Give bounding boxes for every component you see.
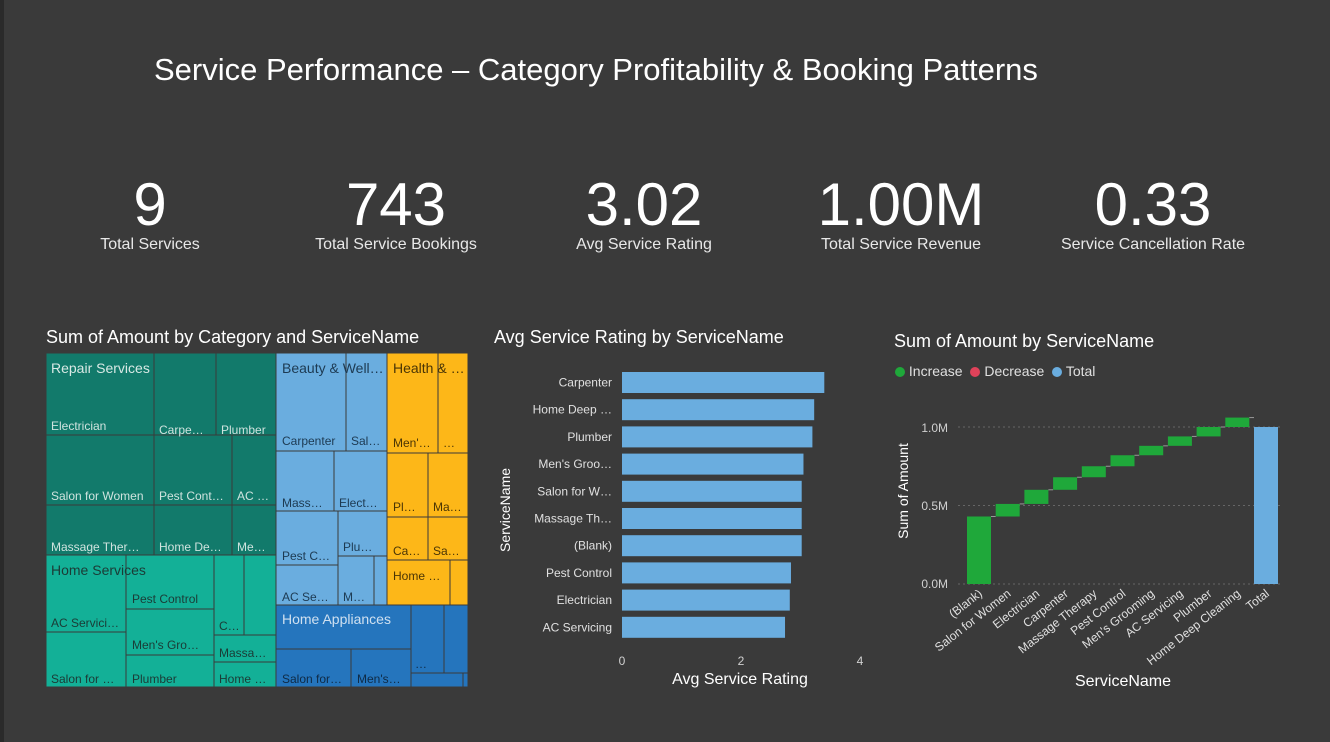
- treemap-category-label: Home Appliances: [282, 611, 391, 627]
- treemap-cell-label: AC Servici…: [51, 616, 119, 630]
- treemap-cell-label: Men's…: [357, 672, 401, 686]
- bar-chart-y-axis-title: ServiceName: [497, 468, 513, 552]
- treemap-cell-label: Home De…: [159, 540, 222, 554]
- bar-chart-bar[interactable]: [622, 453, 804, 475]
- treemap-cell-label: C…: [219, 619, 240, 633]
- waterfall-y-tick: 1.0M: [921, 421, 948, 435]
- treemap-cell-label: Salon for Women: [51, 489, 144, 503]
- waterfall-chart[interactable]: Sum of Amount ServiceName 0.0M 0.5M 1.0M…: [880, 395, 1300, 695]
- treemap-category-label: Beauty & Well…: [282, 360, 384, 376]
- bar-chart-x-tick: 4: [857, 654, 864, 668]
- treemap-cell-label: Pest C…: [282, 549, 330, 563]
- treemap-cell-label: Elect…: [339, 496, 378, 510]
- bar-chart-category-label: AC Servicing: [543, 620, 612, 634]
- treemap-cell-label: Massage Ther…: [51, 540, 139, 554]
- waterfall-bar[interactable]: [1053, 477, 1078, 490]
- bar-chart-category-label: Massage Th…: [534, 512, 612, 526]
- waterfall-y-axis-title: Sum of Amount: [895, 443, 911, 539]
- treemap-cell-label: Salon for…: [282, 672, 342, 686]
- treemap-cell[interactable]: [243, 554, 277, 636]
- bar-chart-title: Avg Service Rating by ServiceName: [494, 327, 784, 347]
- waterfall-legend: Increase Decrease Total: [895, 363, 1095, 379]
- waterfall-category-label: Total: [1243, 586, 1272, 613]
- treemap-cell-label: …: [443, 436, 455, 450]
- waterfall-bar[interactable]: [1110, 455, 1135, 467]
- legend-increase-dot: [895, 367, 905, 377]
- legend-increase-label: Increase: [908, 363, 963, 379]
- treemap-cell-label: M…: [343, 590, 365, 604]
- bar-chart-x-tick: 2: [738, 654, 745, 668]
- bar-chart-category-label: Men's Groo…: [538, 457, 612, 471]
- bar-chart[interactable]: ServiceName Avg Service Rating 0 2 4 Car…: [490, 355, 880, 700]
- treemap-cell-label: Plu…: [343, 540, 372, 554]
- treemap-cell[interactable]: [449, 559, 469, 606]
- treemap-cell[interactable]: [443, 604, 469, 674]
- bar-chart-bar[interactable]: [622, 372, 825, 393]
- waterfall-bar[interactable]: [1139, 445, 1164, 456]
- bar-chart-bar[interactable]: [622, 426, 813, 448]
- treemap-cell-label: Sa…: [433, 544, 460, 558]
- bar-chart-x-tick: 0: [619, 654, 626, 668]
- bar-chart-category-label: Carpenter: [559, 376, 612, 390]
- bar-chart-bar[interactable]: [622, 508, 802, 529]
- bar-chart-category-label: Plumber: [567, 430, 612, 444]
- bar-chart-category-label: (Blank): [574, 539, 612, 553]
- treemap-cell-label: Mass…: [282, 496, 323, 510]
- waterfall-bar[interactable]: [1167, 436, 1192, 446]
- waterfall-bar[interactable]: [1024, 489, 1049, 504]
- treemap-category-label: Health & …: [393, 360, 465, 376]
- treemap-cell-label: AC …: [237, 489, 269, 503]
- treemap-cell-label: Home …: [219, 672, 266, 686]
- treemap-cell-label: Me…: [237, 540, 266, 554]
- treemap-cell-label: Massa…: [219, 646, 266, 660]
- bar-chart-category-label: Salon for W…: [537, 484, 612, 498]
- treemap-cell-label: Men'…: [393, 436, 431, 450]
- treemap-cell-label: Pl…: [393, 500, 416, 514]
- waterfall-x-axis-title: ServiceName: [1075, 673, 1171, 690]
- waterfall-y-tick: 0.0M: [921, 577, 948, 591]
- treemap-cell-label: Pest Control: [132, 592, 198, 606]
- treemap-cell[interactable]: [373, 555, 388, 606]
- treemap-category-label: Home Services: [51, 562, 146, 578]
- bar-chart-category-label: Home Deep …: [533, 403, 612, 417]
- legend-decrease-dot: [970, 367, 981, 377]
- treemap-cell-label: Carpe…: [159, 423, 204, 437]
- legend-total-dot: [1052, 367, 1063, 377]
- treemap-cell[interactable]: [462, 672, 469, 688]
- bar-chart-bar[interactable]: [622, 616, 786, 638]
- treemap-cell-label: …: [415, 657, 427, 671]
- bar-chart-x-axis-title: Avg Service Rating: [672, 671, 808, 688]
- treemap-cell-label: Pest Cont…: [159, 489, 224, 503]
- waterfall-bar[interactable]: [967, 516, 991, 584]
- treemap-cell-label: Plumber: [221, 423, 266, 437]
- waterfall-bar[interactable]: [1196, 427, 1221, 437]
- treemap-category-label: Repair Services: [51, 360, 150, 376]
- waterfall-title: Sum of Amount by ServiceName: [894, 331, 1155, 351]
- bar-chart-bar[interactable]: [622, 562, 791, 584]
- treemap-cell-label: Home …: [393, 569, 440, 583]
- waterfall-bar[interactable]: [995, 503, 1020, 517]
- treemap-cell-label: Carpenter: [282, 434, 335, 448]
- waterfall-bar[interactable]: [1081, 466, 1106, 478]
- treemap-cell-label: Sal…: [351, 434, 380, 448]
- treemap-cell-label: Men's Gro…: [132, 638, 199, 652]
- bar-chart-bar[interactable]: [622, 399, 815, 421]
- bar-chart-bar[interactable]: [622, 535, 802, 557]
- treemap-cell-label: Plumber: [132, 672, 177, 686]
- legend-total-label: Total: [1065, 363, 1096, 379]
- legend-decrease-label: Decrease: [984, 363, 1045, 379]
- waterfall-bar[interactable]: [1254, 427, 1278, 584]
- treemap-cell-label: Salon for …: [51, 672, 114, 686]
- treemap-cell-label: Ca…: [393, 544, 420, 558]
- treemap-cell-label: AC Se…: [282, 590, 329, 604]
- waterfall-bar[interactable]: [1225, 417, 1250, 427]
- bar-chart-category-label: Pest Control: [546, 566, 612, 580]
- bar-chart-category-label: Electrician: [557, 593, 612, 607]
- treemap-cell-label: Electrician: [51, 419, 106, 433]
- bar-chart-bar[interactable]: [622, 480, 802, 502]
- treemap-cell-label: Ma…: [433, 500, 462, 514]
- waterfall-y-tick: 0.5M: [921, 499, 948, 513]
- treemap-cell[interactable]: [410, 672, 464, 688]
- bar-chart-bar[interactable]: [622, 589, 790, 611]
